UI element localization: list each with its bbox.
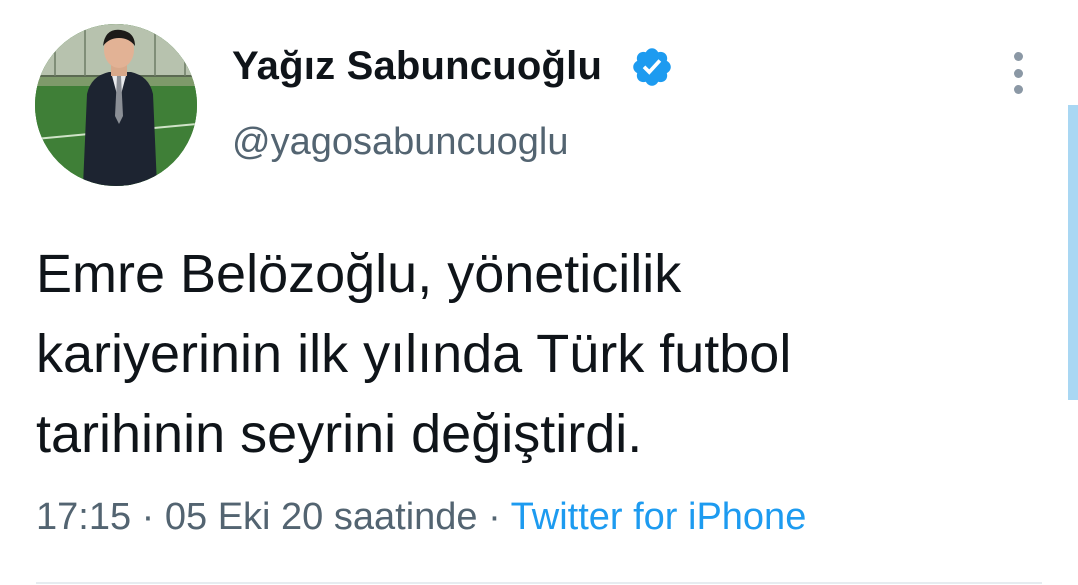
more-dot	[1013, 85, 1023, 94]
more-dot	[1013, 68, 1023, 78]
tweet-meta: 17:15 · 05 Eki 20 saatinde · Twitter for…	[36, 496, 806, 539]
divider	[36, 582, 1042, 584]
avatar[interactable]	[35, 24, 197, 186]
scrollbar[interactable]	[1068, 105, 1078, 400]
tweet-card: Yağız Sabuncuoğlu @yagosabuncuoglu Emre …	[0, 0, 1078, 585]
verified-badge-icon	[633, 48, 671, 86]
more-dot	[1013, 52, 1023, 61]
meta-separator: ·	[141, 496, 155, 538]
display-name[interactable]: Yağız Sabuncuoğlu	[232, 44, 602, 89]
tweet-time: 17:15	[36, 496, 132, 538]
user-handle[interactable]: @yagosabuncuoglu	[232, 121, 569, 164]
tweet-date: 05 Eki 20 saatinde	[164, 496, 478, 538]
tweet-text: Emre Belözoğlu, yöneticilik kariyerinin …	[36, 244, 792, 464]
more-vertical-icon[interactable]	[1003, 50, 1033, 96]
tweet-source-link[interactable]: Twitter for iPhone	[511, 496, 807, 538]
avatar-photo	[35, 24, 197, 186]
meta-separator: ·	[488, 496, 501, 538]
